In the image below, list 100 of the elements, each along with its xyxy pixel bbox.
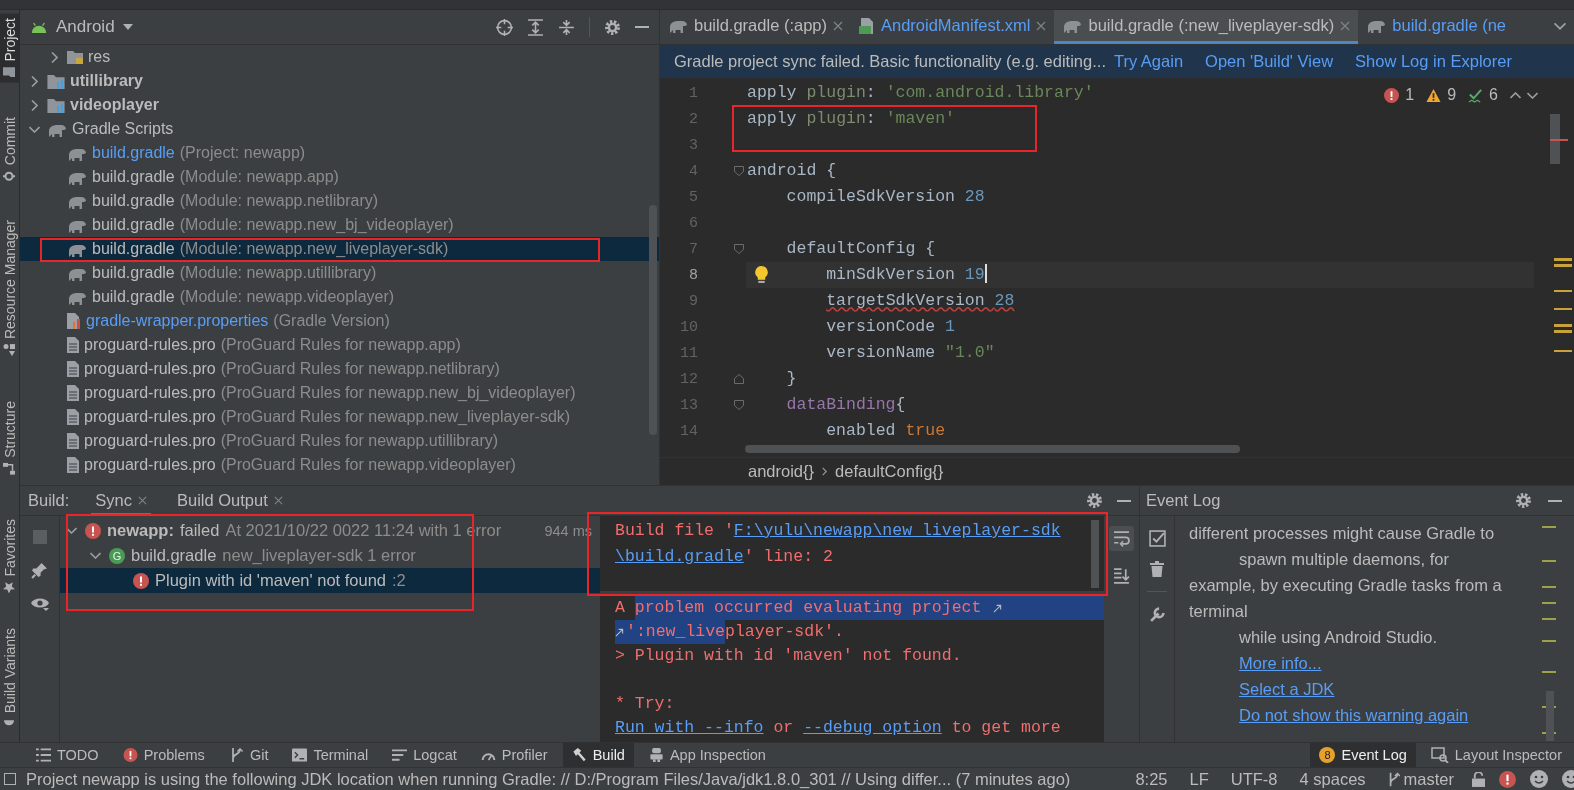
lightbulb-icon[interactable]	[755, 266, 768, 283]
tree-item[interactable]: Gradle Scripts	[20, 117, 659, 141]
chevron-right-icon[interactable]	[50, 51, 58, 63]
tool-window-button[interactable]: Logcat	[383, 743, 466, 767]
tool-window-button[interactable]: Layout Inspector	[1421, 743, 1571, 767]
banner-link[interactable]: Try Again	[1113, 52, 1184, 71]
tool-window-button[interactable]: Terminal	[283, 743, 378, 767]
indent-setting[interactable]: 4 spaces	[1295, 769, 1370, 789]
editor-tab[interactable]: build.gradle (:app)	[660, 10, 851, 44]
close-icon[interactable]	[1036, 20, 1047, 31]
check-icon[interactable]	[1468, 87, 1484, 103]
tree-item[interactable]: Plugin with id 'maven' not found :2	[60, 568, 600, 593]
banner-link[interactable]: Show Log in Explorer	[1355, 52, 1512, 71]
settings-icon[interactable]	[1515, 492, 1532, 509]
expand-all-icon[interactable]	[527, 18, 544, 36]
fold-end-icon[interactable]	[734, 374, 744, 384]
smiley-icon[interactable]	[1530, 770, 1548, 788]
tree-item[interactable]: proguard-rules.pro (ProGuard Rules for newapp.app)	[20, 333, 659, 357]
tree-item[interactable]: build.gradle (Module: newapp.utillibrary)	[20, 261, 659, 285]
log-link[interactable]: More info...	[1239, 654, 1322, 672]
chevron-down-icon[interactable]	[1527, 91, 1538, 99]
view-dropdown[interactable]: Android	[30, 17, 133, 37]
tree-item[interactable]: proguard-rules.pro (ProGuard Rules for newapp.netlibrary)	[20, 357, 659, 381]
warning-icon[interactable]	[1426, 87, 1442, 103]
log-link[interactable]: Select a JDK	[1239, 680, 1335, 698]
tree-item[interactable]: build.gradle (Module: newapp.new_liveplayer-sdk)	[20, 237, 659, 261]
tool-window-button[interactable]: App Inspection	[639, 743, 775, 767]
tree-item[interactable]: utillibrary	[20, 69, 659, 93]
scrollbar-thumb[interactable]	[745, 445, 1240, 453]
chevron-down-icon[interactable]	[1554, 22, 1566, 30]
tree-item[interactable]: G build.gradle new_liveplayer-sdk 1 error	[60, 543, 600, 568]
editor-tab[interactable]: AndroidManifest.xml	[851, 10, 1055, 44]
file-link[interactable]: --debug option	[803, 716, 942, 740]
tool-window-tab[interactable]: Resource Manager	[0, 215, 19, 360]
tree-item[interactable]: res	[20, 45, 659, 69]
tool-window-button[interactable]: 8 Event Log	[1310, 743, 1416, 767]
error-icon[interactable]	[1384, 87, 1400, 103]
settings-icon[interactable]	[604, 18, 621, 36]
close-icon[interactable]	[273, 495, 283, 505]
tool-window-button[interactable]: Git	[219, 743, 278, 767]
tool-window-button[interactable]: Problems	[113, 743, 214, 767]
breadcrumb[interactable]: android{}	[748, 462, 815, 481]
tree-item[interactable]: proguard-rules.pro (ProGuard Rules for newapp.new_liveplayer-sdk)	[20, 405, 659, 429]
tool-window-button[interactable]: TODO	[27, 743, 108, 767]
chevron-down-icon[interactable]	[65, 527, 77, 534]
soft-wrap-button[interactable]	[1109, 526, 1134, 551]
tree-item[interactable]: proguard-rules.pro (ProGuard Rules for newapp.utillibrary)	[20, 429, 659, 453]
eye-icon[interactable]	[30, 597, 49, 611]
tree-item[interactable]: build.gradle (Module: newapp.videoplayer)	[20, 285, 659, 309]
chevron-up-icon[interactable]	[1510, 91, 1521, 99]
close-icon[interactable]	[833, 20, 843, 31]
chevron-right-icon[interactable]	[30, 75, 38, 87]
file-link[interactable]: \build.gradle	[615, 545, 744, 569]
tool-window-tab[interactable]: Project	[0, 14, 19, 83]
wrench-icon[interactable]	[1148, 606, 1166, 623]
tool-window-tab[interactable]: Structure	[0, 397, 19, 479]
branch-widget[interactable]: master	[1383, 769, 1458, 789]
panel-tab[interactable]: Build Output	[172, 486, 287, 515]
tree-item[interactable]: build.gradle (Module: newapp.netlibrary)	[20, 189, 659, 213]
chevron-down-icon[interactable]	[89, 552, 101, 559]
tool-window-tab[interactable]: Build Variants	[0, 623, 19, 734]
minimize-icon[interactable]	[1117, 499, 1131, 502]
log-link[interactable]: Do not show this warning again	[1239, 706, 1469, 724]
settings-icon[interactable]	[1086, 492, 1103, 509]
scrollbar-thumb[interactable]	[649, 205, 657, 435]
breadcrumb[interactable]: defaultConfig{}	[835, 462, 944, 481]
tree-item[interactable]: proguard-rules.pro (ProGuard Rules for newapp.videoplayer)	[20, 453, 659, 477]
tool-window-button[interactable]: Profiler	[471, 743, 557, 767]
tool-window-tab[interactable]: Commit	[0, 112, 19, 186]
file-link[interactable]: Run with --info	[615, 716, 764, 740]
error-icon[interactable]	[1499, 770, 1516, 788]
checkbox-icon[interactable]	[4, 773, 16, 785]
crosshair-icon[interactable]	[496, 18, 513, 36]
tree-item[interactable]: videoplayer	[20, 93, 659, 117]
tree-item[interactable]: build.gradle (Project: newapp)	[20, 141, 659, 165]
file-link[interactable]: F:\yulu\newapp\new_liveplayer-sdk	[733, 519, 1061, 543]
minimize-icon[interactable]	[1548, 499, 1562, 502]
banner-link[interactable]: Open 'Build' View	[1205, 52, 1334, 71]
editor-tab[interactable]: build.gradle (:new_liveplayer-sdk)	[1054, 10, 1359, 44]
scrollbar-thumb[interactable]	[1091, 520, 1099, 588]
editor-tab[interactable]: build.gradle (ne	[1358, 10, 1515, 44]
panel-tab[interactable]: Sync	[91, 486, 151, 515]
pin-icon[interactable]	[31, 562, 48, 579]
chevron-right-icon[interactable]	[30, 99, 38, 111]
fold-start-icon[interactable]	[734, 400, 744, 410]
tool-window-button[interactable]: Build	[562, 743, 634, 767]
tree-item[interactable]: proguard-rules.pro (ProGuard Rules for newapp.new_bj_videoplayer)	[20, 381, 659, 405]
fold-start-icon[interactable]	[734, 244, 744, 254]
tree-item[interactable]: build.gradle (Module: newapp.app)	[20, 165, 659, 189]
fold-start-icon[interactable]	[734, 166, 744, 176]
tool-window-tab[interactable]: Favorites	[0, 515, 19, 598]
caret-position[interactable]: 8:25	[1131, 769, 1172, 789]
lock-icon[interactable]	[1472, 771, 1485, 787]
line-separator[interactable]: LF	[1185, 769, 1213, 789]
close-icon[interactable]	[137, 495, 147, 505]
tree-item[interactable]: build.gradle (Module: newapp.new_bj_videoplayer)	[20, 213, 659, 237]
collapse-all-icon[interactable]	[558, 18, 575, 36]
trash-icon[interactable]	[1150, 561, 1164, 577]
checklist-icon[interactable]	[1148, 530, 1166, 547]
chevron-down-icon[interactable]	[28, 125, 40, 133]
